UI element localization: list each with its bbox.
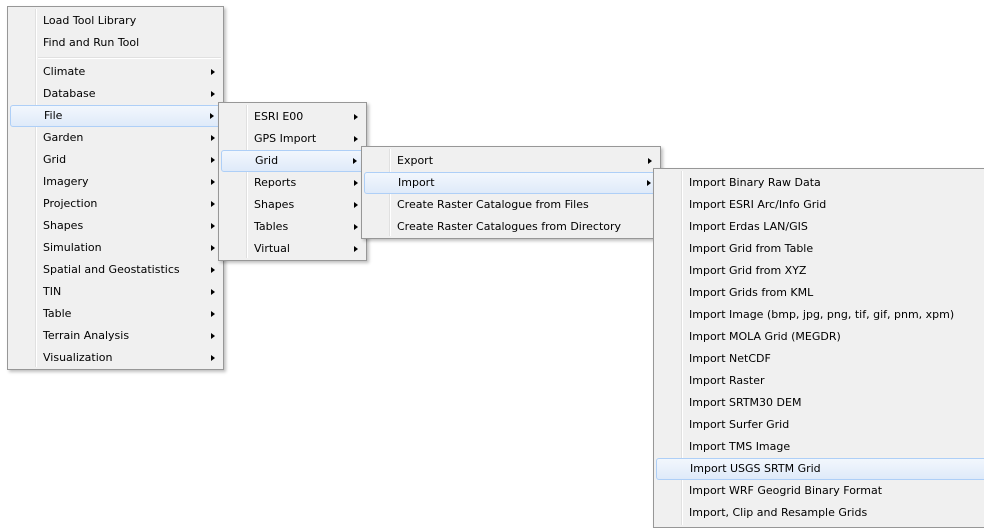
menu-item-export[interactable]: Export (364, 150, 658, 172)
menu-item-simulation[interactable]: Simulation (10, 237, 221, 259)
menu-item-import-image[interactable]: Import Image (bmp, jpg, png, tif, gif, p… (656, 304, 984, 326)
menu-item-label: Reports (254, 176, 297, 189)
menu-item-label: Terrain Analysis (43, 329, 130, 342)
menu-item-import-grids-from-kml[interactable]: Import Grids from KML (656, 282, 984, 304)
menu-item-label: Database (43, 87, 96, 100)
menu-item-label: File (44, 109, 63, 122)
menu-item-tables[interactable]: Tables (221, 216, 364, 238)
menu-item-import-esri-arc-info-grid[interactable]: Import ESRI Arc/Info Grid (656, 194, 984, 216)
menu-item-file[interactable]: File (10, 105, 221, 127)
menu-item-table[interactable]: Table (10, 303, 221, 325)
menu-item-esri-e00[interactable]: ESRI E00 (221, 106, 364, 128)
menu-item-import-raster[interactable]: Import Raster (656, 370, 984, 392)
menu-item-label: Garden (43, 131, 84, 144)
submenu-arrow-icon (209, 325, 215, 347)
submenu-arrow-icon (352, 128, 358, 150)
menu-item-database[interactable]: Database (10, 83, 221, 105)
menu-item-label: Visualization (43, 351, 113, 364)
menu-item-label: Simulation (43, 241, 102, 254)
menu-item-label: Grid (43, 153, 67, 166)
menu-item-import-mola-grid[interactable]: Import MOLA Grid (MEGDR) (656, 326, 984, 348)
submenu-arrow-icon (646, 150, 652, 172)
menu-item-import-grid-from-table[interactable]: Import Grid from Table (656, 238, 984, 260)
submenu-arrow-icon (209, 215, 215, 237)
menu-item-label: Climate (43, 65, 86, 78)
menu-item-tin[interactable]: TIN (10, 281, 221, 303)
menu-item-projection[interactable]: Projection (10, 193, 221, 215)
menu-item-virtual[interactable]: Virtual (221, 238, 364, 260)
menu-item-import-erdas-lan-gis[interactable]: Import Erdas LAN/GIS (656, 216, 984, 238)
menu-item-import-wrf-geogrid-binary-format[interactable]: Import WRF Geogrid Binary Format (656, 480, 984, 502)
menu-item-imagery[interactable]: Imagery (10, 171, 221, 193)
menu-separator (8, 54, 223, 61)
menu-item-label: Imagery (43, 175, 89, 188)
menu-item-import[interactable]: Import (364, 172, 658, 194)
submenu-arrow-icon (209, 149, 215, 171)
menu-item-import-clip-and-resample-grids[interactable]: Import, Clip and Resample Grids (656, 502, 984, 524)
submenu-arrow-icon (209, 171, 215, 193)
menu-item-shapes[interactable]: Shapes (221, 194, 364, 216)
submenu-arrow-icon (352, 194, 358, 216)
menu-item-grid[interactable]: Grid (221, 150, 364, 172)
menu-item-visualization[interactable]: Visualization (10, 347, 221, 369)
submenu-arrow-icon (209, 83, 215, 105)
menu-item-load-tool-library[interactable]: Load Tool Library (10, 10, 221, 32)
menu-item-label: Spatial and Geostatistics (43, 263, 180, 276)
menu-item-label: Import (398, 176, 435, 189)
submenu-arrow-icon (208, 106, 214, 126)
menu-item-import-grid-from-xyz[interactable]: Import Grid from XYZ (656, 260, 984, 282)
submenu-arrow-icon (209, 237, 215, 259)
menu-item-terrain-analysis[interactable]: Terrain Analysis (10, 325, 221, 347)
file-submenu: ESRI E00 GPS Import Grid Reports Shapes … (218, 102, 367, 261)
import-submenu: Import Binary Raw Data Import ESRI Arc/I… (653, 168, 984, 528)
submenu-arrow-icon (352, 172, 358, 194)
menu-item-label: Table (43, 307, 72, 320)
submenu-arrow-icon (351, 151, 357, 171)
submenu-arrow-icon (209, 127, 215, 149)
menu-item-label: TIN (43, 285, 62, 298)
submenu-arrow-icon (352, 216, 358, 238)
menu-item-label: Shapes (43, 219, 84, 232)
menu-item-create-raster-catalogue-from-files[interactable]: Create Raster Catalogue from Files (364, 194, 658, 216)
menu-item-garden[interactable]: Garden (10, 127, 221, 149)
menu-item-label: Projection (43, 197, 98, 210)
submenu-arrow-icon (645, 173, 651, 193)
menu-item-import-usgs-srtm-grid[interactable]: Import USGS SRTM Grid (656, 458, 984, 480)
menu-item-spatial-and-geostatistics[interactable]: Spatial and Geostatistics (10, 259, 221, 281)
menu-item-import-surfer-grid[interactable]: Import Surfer Grid (656, 414, 984, 436)
menu-item-label: Virtual (254, 242, 290, 255)
submenu-arrow-icon (352, 238, 358, 260)
grid-submenu: Export Import Create Raster Catalogue fr… (361, 146, 661, 239)
menu-item-import-srtm30-dem[interactable]: Import SRTM30 DEM (656, 392, 984, 414)
menu-item-import-binary-raw-data[interactable]: Import Binary Raw Data (656, 172, 984, 194)
menu-item-label: Export (397, 154, 434, 167)
submenu-arrow-icon (209, 61, 215, 83)
menu-item-grid[interactable]: Grid (10, 149, 221, 171)
submenu-arrow-icon (209, 281, 215, 303)
submenu-arrow-icon (352, 106, 358, 128)
menu-item-label: Shapes (254, 198, 295, 211)
submenu-arrow-icon (209, 303, 215, 325)
menu-item-label: ESRI E00 (254, 110, 304, 123)
submenu-arrow-icon (209, 347, 215, 369)
menu-item-label: Grid (255, 154, 279, 167)
menu-item-import-tms-image[interactable]: Import TMS Image (656, 436, 984, 458)
menu-item-reports[interactable]: Reports (221, 172, 364, 194)
menu-item-climate[interactable]: Climate (10, 61, 221, 83)
menu-item-shapes[interactable]: Shapes (10, 215, 221, 237)
menu-item-label: Tables (254, 220, 289, 233)
menu-item-label: GPS Import (254, 132, 317, 145)
submenu-arrow-icon (209, 193, 215, 215)
tools-menu: Load Tool Library Find and Run Tool Clim… (7, 6, 224, 370)
menu-item-create-raster-catalogues-from-directory[interactable]: Create Raster Catalogues from Directory (364, 216, 658, 238)
menu-item-find-and-run-tool[interactable]: Find and Run Tool (10, 32, 221, 54)
submenu-arrow-icon (209, 259, 215, 281)
menu-item-import-netcdf[interactable]: Import NetCDF (656, 348, 984, 370)
menu-item-gps-import[interactable]: GPS Import (221, 128, 364, 150)
